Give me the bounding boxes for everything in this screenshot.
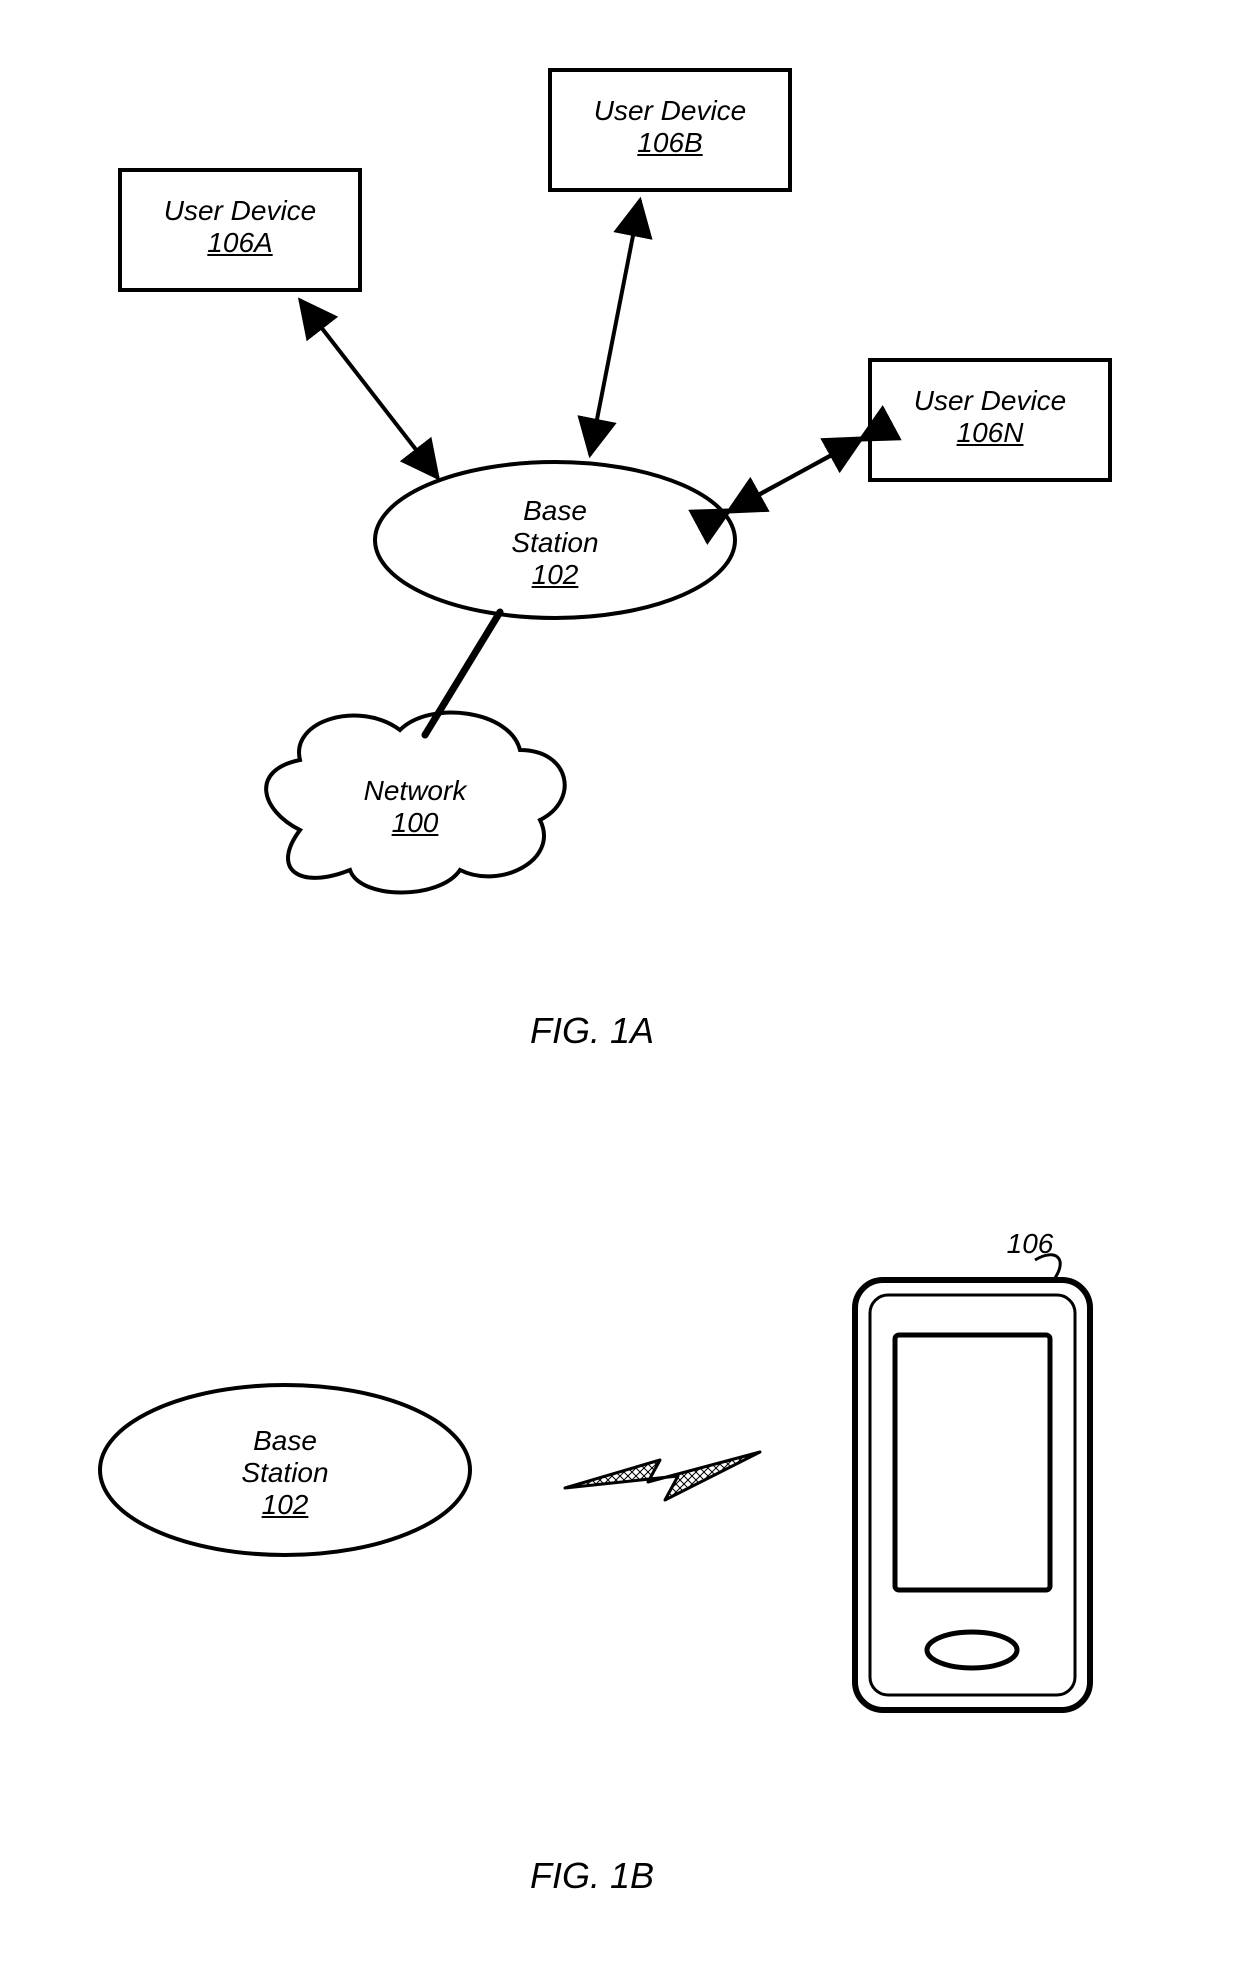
phone-ref-label: 106 — [990, 1228, 1070, 1260]
user-device-a-label: User Device 106A — [120, 195, 360, 259]
page: User Device 106A User Device 106B User D… — [0, 0, 1240, 1976]
fig-1b-caption: FIG. 1B — [530, 1855, 654, 1897]
user-device-b-ref: 106B — [637, 127, 702, 158]
user-device-b-label: User Device 106B — [550, 95, 790, 159]
base-station-b-label: Base Station 102 — [185, 1425, 385, 1522]
user-device-n-title: User Device — [914, 385, 1066, 416]
user-device-a-title: User Device — [164, 195, 316, 226]
user-device-n-label: User Device 106N — [870, 385, 1110, 449]
fig-1a-caption: FIG. 1A — [530, 1010, 654, 1052]
arrow-to-device-n-2 — [728, 438, 862, 512]
base-station-b-t1: Base — [253, 1425, 317, 1456]
phone-device — [855, 1280, 1090, 1710]
user-device-a-ref: 106A — [207, 227, 272, 258]
base-station-b-ref: 102 — [262, 1489, 309, 1520]
network-title: Network — [364, 775, 467, 806]
user-device-n-ref: 106N — [957, 417, 1024, 448]
arrow-to-device-b — [590, 200, 640, 455]
base-station-b-t2: Station — [241, 1457, 328, 1488]
lightning-icon — [565, 1452, 760, 1500]
base-station-a-t1: Base — [523, 495, 587, 526]
link-base-to-network — [425, 612, 500, 735]
arrow-to-device-a — [300, 300, 438, 478]
network-label: Network 100 — [320, 775, 510, 839]
network-ref: 100 — [392, 807, 439, 838]
base-station-a-ref: 102 — [532, 559, 579, 590]
base-station-a-t2: Station — [511, 527, 598, 558]
user-device-b-title: User Device — [594, 95, 746, 126]
diagram-svg — [0, 0, 1240, 1976]
base-station-a-label: Base Station 102 — [455, 495, 655, 592]
